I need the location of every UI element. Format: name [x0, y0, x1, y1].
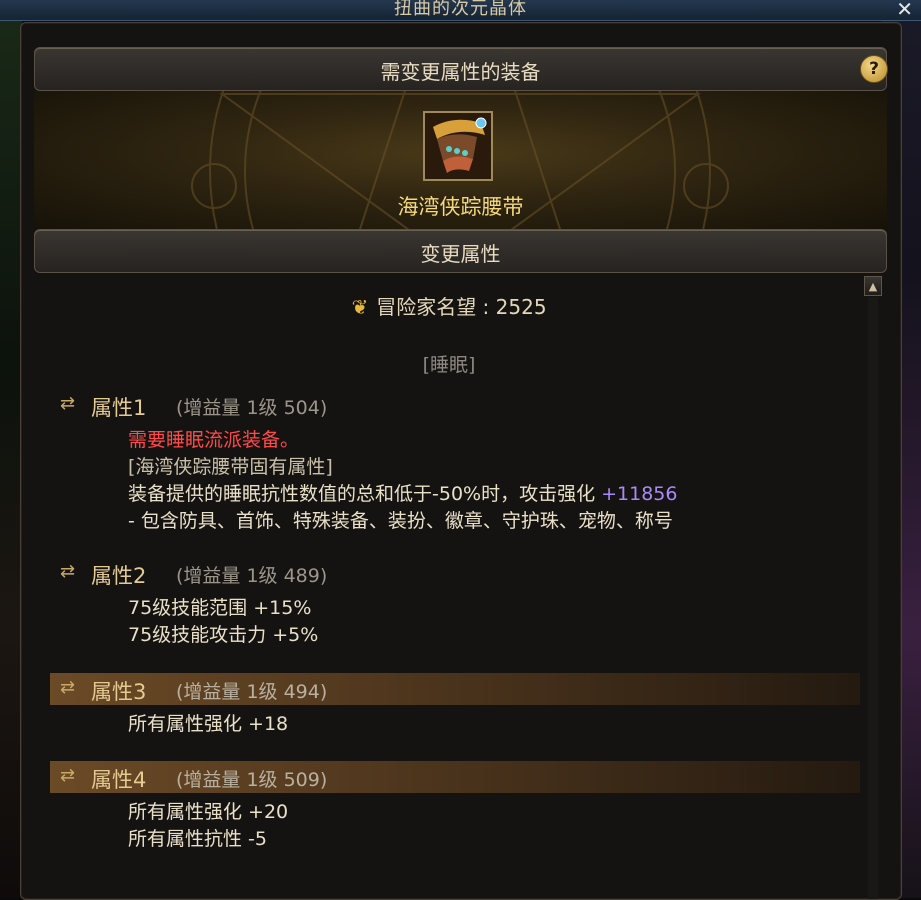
attribute-line: 装备提供的睡眠抗性数值的总和低于-50%时，攻击强化 +11856: [128, 479, 677, 506]
attribute-meta: (增益量 1级 504): [176, 397, 328, 419]
attribute-meta: (增益量 1级 489): [176, 565, 328, 587]
fame-row: ❦ 冒险家名望 : 2525: [34, 291, 864, 320]
window-titlebar[interactable]: 扭曲的次元晶体 ✕: [0, 0, 921, 21]
equip-section-title: 需变更属性的装备: [380, 60, 541, 84]
change-section-title: 变更属性: [420, 242, 501, 266]
attribute-3-header[interactable]: ⇄ 属性3 (增益量 1级 494): [50, 673, 860, 705]
attribute-line: 所有属性抗性 -5: [128, 828, 267, 850]
scrollbar-track[interactable]: [868, 297, 878, 899]
shuffle-icon: ⇄: [60, 393, 76, 414]
attribute-name: 属性2: [91, 564, 147, 588]
belt-icon: [425, 113, 491, 179]
shuffle-icon: ⇄: [60, 561, 76, 582]
attribute-4-header[interactable]: ⇄ 属性4 (增益量 1级 509): [50, 761, 860, 793]
attribute-value: +11856: [601, 483, 678, 505]
item-name: 海湾侠踪腰带: [397, 195, 524, 219]
close-icon[interactable]: ✕: [896, 0, 913, 21]
attribute-text: 装备提供的睡眠抗性数值的总和低于-50%时，攻击强化: [128, 483, 596, 505]
attribute-2-header[interactable]: ⇄ 属性2 (增益量 1级 489): [50, 557, 860, 589]
attribute-type-tag: [睡眠]: [422, 354, 476, 376]
scroll-up-button[interactable]: ▲: [864, 276, 882, 296]
attribute-name: 属性4: [91, 768, 147, 792]
attribute-meta: (增益量 1级 509): [176, 769, 328, 791]
shuffle-icon: ⇄: [60, 677, 76, 698]
attribute-1-header[interactable]: ⇄ 属性1 (增益量 1级 504): [50, 389, 860, 421]
attribute-line: 需要睡眠流派装备。: [128, 429, 300, 451]
attribute-meta: (增益量 1级 494): [176, 681, 328, 703]
attribute-line: 所有属性强化 +20: [128, 801, 289, 823]
attribute-name: 属性1: [91, 396, 147, 420]
attribute-name: 属性3: [91, 680, 147, 704]
background-left: [0, 0, 22, 898]
item-banner: 海湾侠踪腰带: [34, 91, 887, 229]
equip-section-header: 需变更属性的装备 ?: [34, 47, 888, 91]
attribute-line: - 包含防具、首饰、特殊装备、装扮、徽章、守护珠、宠物、称号: [128, 510, 673, 532]
attribute-line: 75级技能范围 +15%: [128, 597, 312, 619]
help-button[interactable]: ?: [860, 55, 888, 83]
fame-icon: ❦: [351, 295, 369, 319]
change-section-header: 变更属性: [34, 229, 887, 273]
fame-label: 冒险家名望 : 2525: [376, 295, 547, 319]
attribute-line: 75级技能攻击力 +5%: [128, 624, 319, 646]
attribute-line: [海湾侠踪腰带固有属性]: [128, 456, 333, 478]
shuffle-icon: ⇄: [60, 765, 76, 786]
item-slot[interactable]: [423, 111, 493, 181]
attribute-list: ❦ 冒险家名望 : 2525 [睡眠] ⇄ 属性1 (增益量 1级 504) 需要…: [34, 275, 864, 899]
dialog-window: 需变更属性的装备 ? 海湾侠踪腰带 变更属性 ▲ ❦ 冒险家名望: 2525 …: [20, 22, 902, 900]
attribute-line: 所有属性强化 +18: [128, 713, 289, 735]
window-title: 扭曲的次元晶体: [394, 0, 527, 19]
